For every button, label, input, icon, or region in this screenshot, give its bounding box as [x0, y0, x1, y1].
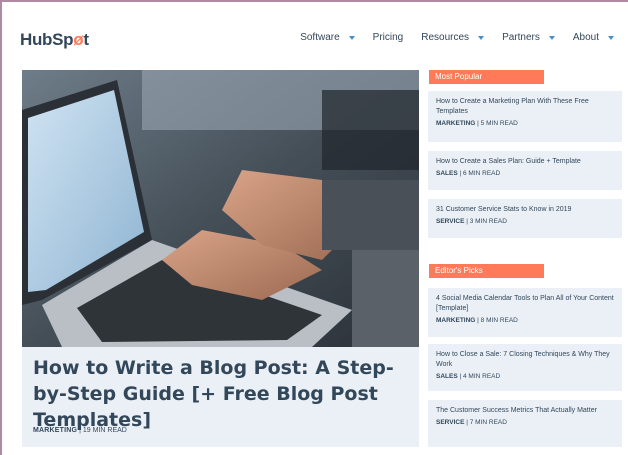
article-read-time: 8 MIN READ — [480, 317, 518, 324]
article-meta: SALES | 4 MIN READ — [436, 372, 614, 382]
laptop-typing-photo[interactable] — [22, 70, 419, 347]
featured-article[interactable]: How to Write a Blog Post: A Step-by-Step… — [22, 70, 419, 447]
chevron-down-icon — [608, 35, 614, 40]
article-read-time: 5 MIN READ — [480, 120, 518, 127]
editors-picks-label: Editor's Picks — [429, 264, 544, 278]
sprocket-icon: ø — [73, 30, 84, 49]
main-menu: Software Pricing Resources Partners Abou… — [282, 32, 614, 43]
nav-resources[interactable]: Resources — [421, 32, 485, 43]
nav-partners[interactable]: Partners — [502, 32, 555, 43]
article-category: SALES — [436, 170, 458, 177]
editors-pick-article-3[interactable]: The Customer Success Metrics That Actual… — [428, 400, 622, 447]
article-read-time: 4 MIN READ — [462, 373, 501, 380]
hubspot-logo[interactable]: HubSpøt — [20, 30, 89, 50]
logo-text-start: HubSp — [20, 30, 74, 49]
article-category: MARKETING — [436, 120, 476, 127]
editors-pick-article-2[interactable]: How to Close a Sale: 7 Closing Technique… — [428, 344, 622, 391]
article-meta: SERVICE | 7 MIN READ — [436, 418, 614, 428]
logo-text-end: t — [83, 30, 89, 49]
article-title: 4 Social Media Calendar Tools to Plan Al… — [436, 295, 614, 312]
nav-pricing[interactable]: Pricing — [373, 32, 404, 43]
featured-article-meta: MARKETING | 19 MIN READ — [33, 427, 127, 434]
chevron-down-icon — [548, 35, 555, 40]
article-category: SALES — [436, 373, 458, 380]
nav-about-label: About — [572, 32, 599, 43]
editors-pick-article-1[interactable]: 4 Social Media Calendar Tools to Plan Al… — [428, 288, 622, 337]
top-navigation: HubSpøt Software Pricing Resources Partn… — [0, 0, 628, 70]
article-meta: SALES | 6 MIN READ — [436, 169, 614, 179]
nav-about[interactable]: About — [573, 32, 614, 43]
article-read-time: 6 MIN READ — [462, 170, 501, 177]
popular-article-3[interactable]: 31 Customer Service Stats to Know in 201… — [428, 199, 622, 238]
article-meta: SERVICE | 3 MIN READ — [436, 217, 614, 227]
article-category: SERVICE — [436, 218, 465, 225]
featured-article-title[interactable]: How to Write a Blog Post: A Step-by-Step… — [33, 355, 403, 433]
article-read-time: 3 MIN READ — [469, 218, 507, 225]
nav-partners-label: Partners — [502, 32, 540, 43]
nav-pricing-label: Pricing — [372, 32, 404, 43]
article-category: MARKETING — [436, 317, 476, 324]
popular-article-2[interactable]: How to Create a Sales Plan: Guide + Temp… — [428, 151, 622, 190]
popular-article-1[interactable]: How to Create a Marketing Plan With Thes… — [428, 91, 622, 142]
featured-article-read-time: 19 MIN READ — [82, 427, 127, 434]
nav-software-label: Software — [300, 32, 340, 43]
article-meta: MARKETING | 5 MIN READ — [436, 119, 614, 129]
nav-resources-label: Resources — [421, 32, 470, 43]
article-title: How to Create a Sales Plan: Guide + Temp… — [436, 158, 581, 165]
most-popular-label: Most Popular — [429, 70, 544, 84]
article-meta: MARKETING | 8 MIN READ — [436, 316, 614, 326]
chevron-down-icon — [348, 35, 355, 40]
article-category: SERVICE — [436, 419, 465, 426]
article-title: How to Create a Marketing Plan With Thes… — [436, 98, 589, 115]
featured-article-category[interactable]: MARKETING — [33, 427, 77, 434]
article-title: How to Close a Sale: 7 Closing Technique… — [436, 351, 610, 368]
chevron-down-icon — [478, 35, 485, 40]
nav-software[interactable]: Software — [300, 32, 355, 43]
article-read-time: 7 MIN READ — [469, 419, 507, 426]
article-title: 31 Customer Service Stats to Know in 201… — [436, 206, 572, 213]
article-title: The Customer Success Metrics That Actual… — [436, 407, 597, 414]
